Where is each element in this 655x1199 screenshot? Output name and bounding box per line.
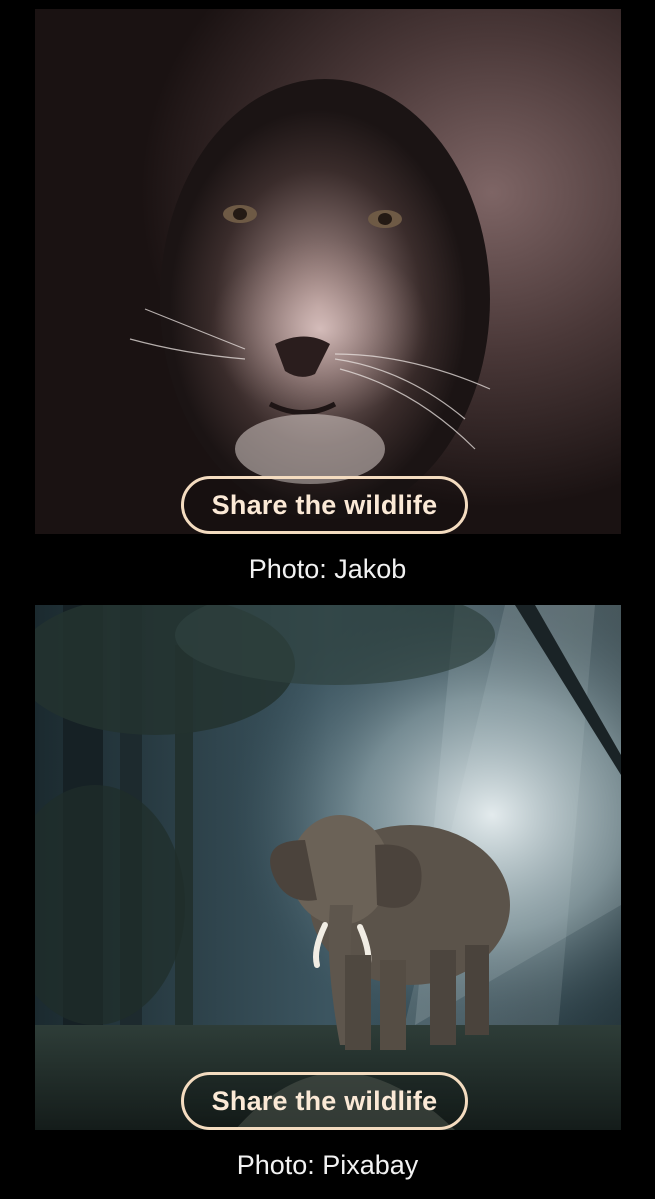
photo-credit-caption: Photo: Pixabay	[236, 1150, 419, 1180]
elephant-photo	[35, 605, 621, 1130]
lion-photo	[35, 9, 621, 534]
photo-credit-caption: Photo: Jakob	[248, 554, 407, 584]
wildlife-card-elephant: Share the wildlife	[35, 605, 621, 1130]
share-wildlife-button[interactable]: Share the wildlife	[181, 1072, 468, 1130]
share-wildlife-button[interactable]: Share the wildlife	[181, 476, 468, 534]
wildlife-card-lion: Share the wildlife	[35, 9, 621, 534]
